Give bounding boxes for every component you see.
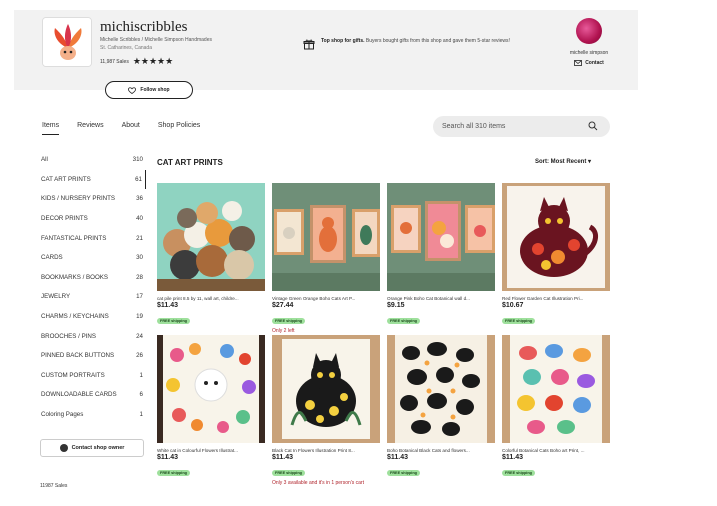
free-shipping-badge: FREE shipping (157, 318, 190, 324)
product-image[interactable] (272, 335, 380, 443)
shop-tabs: Items Reviews About Shop Policies (42, 122, 218, 135)
tab-items[interactable]: Items (42, 122, 60, 135)
sales-count: 11,987 Sales (100, 58, 129, 65)
sales-total: 11987 Sales (40, 483, 68, 489)
free-shipping-badge: FREE shipping (502, 318, 535, 324)
sidebar-item-cat-art-prints[interactable]: CAT ART PRINTS 61 (38, 169, 146, 190)
free-shipping-badge: FREE shipping (272, 470, 305, 476)
sales-rating: 11,987 Sales ★★★★★ (100, 56, 173, 67)
product-title[interactable]: White cat in Colourful Flowers Illustrat… (157, 448, 265, 453)
product-image[interactable] (387, 183, 495, 291)
stock-notice: Only 2 left (272, 328, 295, 334)
shop-logo[interactable] (42, 17, 92, 67)
sidebar-item-pinned-back-buttons[interactable]: PINNED BACK BUTTONS 26 (38, 346, 146, 366)
category-sidebar: All 310 CAT ART PRINTS 61 KIDS / NURSERY P… (38, 150, 146, 424)
free-shipping-badge: FREE shipping (272, 318, 305, 324)
shop-name: michiscribbles (100, 19, 188, 35)
product-card[interactable]: Colorful Botanical Cats Boho art Print, … (502, 335, 610, 487)
product-price: $11.43 (502, 454, 524, 461)
shop-subtitle: Michelle Scribbles / Michelle Simpson Ha… (100, 37, 212, 43)
product-image[interactable] (157, 183, 265, 291)
product-image[interactable] (502, 183, 610, 291)
sidebar-item-custom-portraits[interactable]: CUSTOM PORTRAITS 1 (38, 366, 146, 386)
product-price: $11.43 (157, 454, 179, 461)
product-price: $10.67 (502, 302, 524, 309)
free-shipping-badge: FREE shipping (387, 470, 420, 476)
shop-location: St. Catharines, Canada (100, 45, 152, 51)
chevron-down-icon: ▾ (588, 159, 592, 165)
sidebar-item-kids-nursery-prints[interactable]: KIDS / NURSERY PRINTS 36 (38, 189, 146, 209)
top-shop-badge: Top shop for gifts. Buyers bought gifts … (303, 38, 563, 50)
sidebar-item-coloring-pages[interactable]: Coloring Pages 1 (38, 405, 146, 425)
promo-text: Top shop for gifts. Buyers bought gifts … (321, 38, 510, 44)
free-shipping-badge: FREE shipping (387, 318, 420, 324)
heart-icon (128, 86, 137, 94)
sidebar-item-bookmarks-books[interactable]: BOOKMARKS / BOOKS 28 (38, 268, 146, 288)
shop-owner: michelle simpson Contact (559, 18, 619, 66)
product-title[interactable]: Boho Botanical Black Cats and flowers... (387, 448, 495, 453)
product-card[interactable]: White cat in Colourful Flowers Illustrat… (157, 335, 265, 487)
product-card[interactable]: Red Flower Garden Cat Illustration Pri..… (502, 183, 610, 335)
product-card[interactable]: cat pile print 8.5 by 11, wall art, chil… (157, 183, 265, 335)
stock-notice: Only 3 available and it's in 1 person's … (272, 480, 364, 486)
product-card[interactable]: Boho Botanical Black Cats and flowers...… (387, 335, 495, 487)
contact-shop-owner-button[interactable]: Contact shop owner (40, 439, 144, 457)
sidebar-item-fantastical-prints[interactable]: FANTASTICAL PRINTS 21 (38, 228, 146, 248)
sidebar-item-cards[interactable]: CARDS 30 (38, 248, 146, 268)
sidebar-item-all[interactable]: All 310 (38, 150, 146, 170)
free-shipping-badge: FREE shipping (157, 470, 190, 476)
owner-avatar-small-icon (59, 444, 68, 452)
owner-avatar[interactable] (576, 18, 602, 44)
gift-icon (303, 39, 315, 50)
product-price: $11.43 (157, 302, 179, 309)
product-card[interactable]: Black Cat In Flowers Illustration Print … (272, 335, 380, 487)
product-image[interactable] (272, 183, 380, 291)
product-image[interactable] (157, 335, 265, 443)
tab-about[interactable]: About (122, 122, 140, 135)
sidebar-item-charms-keychains[interactable]: CHARMS / KEYCHAINS 19 (38, 307, 146, 327)
product-title[interactable]: Orange Pink Boho Cat Botanical wall d... (387, 296, 495, 301)
product-price: $27.44 (272, 302, 294, 309)
product-grid: cat pile print 8.5 by 11, wall art, chil… (157, 183, 610, 487)
product-card[interactable]: Orange Pink Boho Cat Botanical wall d...… (387, 183, 495, 335)
rating-stars-icon[interactable]: ★★★★★ (133, 56, 173, 67)
sidebar-item-downloadable-cards[interactable]: DOWNLOADABLE CARDS 6 (38, 385, 146, 405)
product-title[interactable]: Vintage Green Orange Boho Cats Art P... (272, 296, 380, 301)
tab-shop-policies[interactable]: Shop Policies (158, 122, 200, 135)
product-price: $11.43 (387, 454, 409, 461)
sidebar-item-decor-prints[interactable]: DECOR PRINTS 40 (38, 209, 146, 229)
product-title[interactable]: Red Flower Garden Cat Illustration Pri..… (502, 296, 610, 301)
product-title[interactable]: Black Cat In Flowers Illustration Print … (272, 448, 380, 453)
product-title[interactable]: Colorful Botanical Cats Boho art Print, … (502, 448, 610, 453)
tab-reviews[interactable]: Reviews (77, 122, 103, 135)
product-card[interactable]: Vintage Green Orange Boho Cats Art P... … (272, 183, 380, 335)
product-image[interactable] (502, 335, 610, 443)
search-icon[interactable] (588, 121, 598, 131)
search-input[interactable]: Search all 310 items (433, 116, 610, 137)
free-shipping-badge: FREE shipping (502, 470, 535, 476)
shop-header: michiscribbles Michelle Scribbles / Mich… (14, 10, 638, 90)
product-price: $11.43 (272, 454, 294, 461)
sort-dropdown[interactable]: Sort: Most Recent ▾ (535, 158, 591, 165)
owner-name[interactable]: michelle simpson (559, 50, 619, 56)
contact-button[interactable]: Contact (559, 60, 619, 66)
section-title: CAT ART PRINTS (157, 158, 223, 167)
product-image[interactable] (387, 335, 495, 443)
follow-shop-button[interactable]: Follow shop (105, 81, 193, 99)
sidebar-item-jewelry[interactable]: JEWELRY 17 (38, 287, 146, 307)
mail-icon (574, 60, 583, 66)
product-title[interactable]: cat pile print 8.5 by 11, wall art, chil… (157, 296, 265, 301)
product-price: $9.15 (387, 302, 405, 309)
sidebar-item-brooches-pins[interactable]: BROOCHES / PINS 24 (38, 326, 146, 346)
